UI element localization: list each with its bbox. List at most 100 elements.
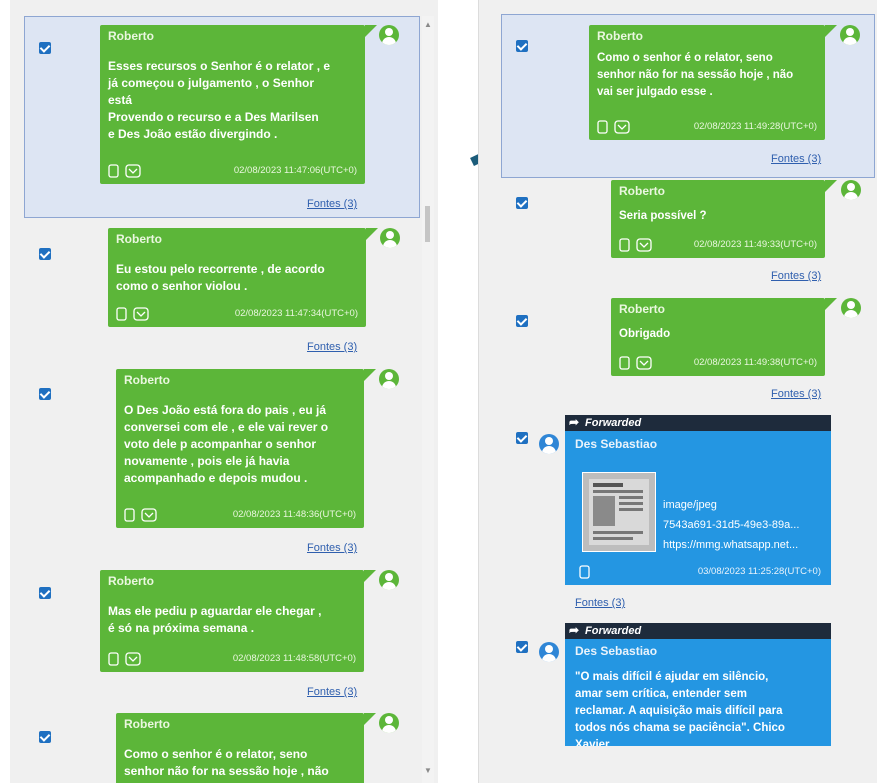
sources-link[interactable]: Fontes (3): [771, 388, 821, 400]
phone-icon: [597, 120, 608, 134]
forward-arrow-icon: ➦: [569, 415, 580, 429]
message-checkbox[interactable]: [39, 388, 51, 400]
read-receipt-icon: [141, 508, 157, 522]
forwarded-header: ➦ Forwarded: [565, 623, 831, 639]
message-text: "O mais difícil é ajudar em silêncio, am…: [575, 671, 785, 751]
message-timestamp: 02/08/2023 11:47:06(UTC+0): [233, 165, 357, 176]
message-meta: 02/08/2023 11:49:33(UTC+0): [619, 238, 817, 252]
message-sender: Roberto: [124, 717, 170, 731]
contact-avatar-icon: [539, 642, 559, 662]
sources-link[interactable]: Fontes (3): [307, 341, 357, 353]
message-checkbox[interactable]: [39, 42, 51, 54]
message-bubble[interactable]: Roberto Seria possível ? 02/08/2023 11:4…: [611, 180, 837, 258]
attachment-type: image/jpeg: [663, 499, 717, 511]
attachment-url[interactable]: https://mmg.whatsapp.net...: [663, 539, 798, 551]
message-meta: 03/08/2023 11:25:28(UTC+0): [579, 565, 821, 579]
message-text: O Des João está fora do pais , eu já con…: [124, 403, 329, 485]
user-avatar-icon: [379, 369, 399, 389]
message-sender: Roberto: [597, 29, 643, 43]
message-bubble[interactable]: Roberto O Des João está fora do pais , e…: [116, 369, 376, 528]
message-sender: Roberto: [108, 574, 154, 588]
phone-icon: [619, 356, 630, 370]
read-receipt-icon: [636, 356, 652, 370]
message-sender: Des Sebastiao: [575, 437, 658, 451]
user-avatar-icon: [841, 298, 861, 318]
message-text: Como o senhor é o relator, seno senhor n…: [597, 52, 794, 98]
message-checkbox[interactable]: [516, 40, 528, 52]
vertical-scrollbar[interactable]: ▲ ▼: [422, 16, 434, 783]
message-timestamp: 02/08/2023 11:49:33(UTC+0): [693, 239, 817, 250]
pane-bottom-edge: [479, 746, 877, 783]
sources-link[interactable]: Fontes (3): [307, 542, 357, 554]
message-text: Eu estou pelo recorrente , de acordo com…: [116, 262, 325, 293]
message-checkbox[interactable]: [516, 197, 528, 209]
scroll-down-arrow-icon[interactable]: ▼: [424, 766, 432, 775]
message-bubble[interactable]: Roberto Mas ele pediu p aguardar ele che…: [100, 570, 376, 672]
contact-avatar-icon: [539, 434, 559, 454]
image-attachment-thumbnail[interactable]: [582, 472, 656, 552]
read-receipt-icon: [133, 307, 149, 321]
message-meta: 02/08/2023 11:48:58(UTC+0): [108, 652, 356, 666]
message-bubble[interactable]: Roberto Esses recursos o Senhor é o rela…: [100, 25, 377, 184]
message-timestamp: 02/08/2023 11:49:28(UTC+0): [693, 121, 817, 132]
message-meta: 02/08/2023 11:47:06(UTC+0): [108, 164, 357, 178]
phone-icon: [108, 164, 119, 178]
scrollbar-thumb[interactable]: [425, 206, 430, 242]
message-sender: Roberto: [124, 373, 170, 387]
message-checkbox[interactable]: [39, 731, 51, 743]
message-text: Mas ele pediu p aguardar ele chegar , é …: [108, 604, 322, 635]
sources-link[interactable]: Fontes (3): [771, 270, 821, 282]
message-timestamp: 03/08/2023 11:25:28(UTC+0): [697, 566, 821, 577]
forwarded-message-bubble[interactable]: ➦ Forwarded Des Sebastiao image/jpeg 754…: [565, 415, 831, 585]
message-sender: Roberto: [619, 302, 665, 316]
message-meta: 02/08/2023 11:47:34(UTC+0): [116, 307, 358, 321]
read-receipt-icon: [125, 652, 141, 666]
message-bubble[interactable]: Roberto Eu estou pelo recorrente , de ac…: [108, 228, 378, 327]
message-checkbox[interactable]: [39, 587, 51, 599]
message-meta: 02/08/2023 11:49:28(UTC+0): [597, 120, 817, 134]
phone-icon: [619, 238, 630, 252]
message-sender: Roberto: [108, 29, 154, 43]
read-receipt-icon: [636, 238, 652, 252]
message-meta: 02/08/2023 11:48:36(UTC+0): [124, 508, 356, 522]
message-timestamp: 02/08/2023 11:48:36(UTC+0): [232, 509, 356, 520]
message-text: Obrigado: [619, 328, 671, 340]
message-timestamp: 02/08/2023 11:49:38(UTC+0): [693, 357, 817, 368]
message-meta: 02/08/2023 11:49:38(UTC+0): [619, 356, 817, 370]
message-text: Como o senhor é o relator, seno senhor n…: [124, 747, 329, 778]
message-checkbox[interactable]: [39, 248, 51, 260]
user-avatar-icon: [379, 25, 399, 45]
message-bubble[interactable]: Roberto Como o senhor é o relator, seno …: [116, 713, 376, 783]
user-avatar-icon: [379, 570, 399, 590]
newspaper-image-icon: [583, 473, 655, 551]
user-avatar-icon: [841, 180, 861, 200]
phone-icon: [108, 652, 119, 666]
message-text: Esses recursos o Senhor é o relator , e …: [108, 59, 331, 141]
scroll-up-arrow-icon[interactable]: ▲: [424, 20, 432, 29]
message-checkbox[interactable]: [516, 641, 528, 653]
message-bubble[interactable]: Roberto Como o senhor é o relator, seno …: [589, 25, 837, 140]
message-sender: Roberto: [619, 184, 665, 198]
forward-arrow-icon: ➦: [569, 623, 580, 637]
sources-link[interactable]: Fontes (3): [771, 153, 821, 165]
message-sender: Roberto: [116, 232, 162, 246]
sources-link[interactable]: Fontes (3): [575, 597, 625, 609]
left-message-pane: Roberto Esses recursos o Senhor é o rela…: [10, 0, 438, 783]
phone-icon: [124, 508, 135, 522]
user-avatar-icon: [379, 713, 399, 733]
message-timestamp: 02/08/2023 11:47:34(UTC+0): [234, 308, 358, 319]
message-sender: Des Sebastiao: [575, 644, 658, 658]
right-message-pane: Roberto Como o senhor é o relator, seno …: [478, 0, 877, 783]
sources-link[interactable]: Fontes (3): [307, 686, 357, 698]
message-bubble[interactable]: Roberto Obrigado 02/08/2023 11:49:38(UTC…: [611, 298, 837, 376]
read-receipt-icon: [125, 164, 141, 178]
user-avatar-icon: [380, 228, 400, 248]
message-timestamp: 02/08/2023 11:48:58(UTC+0): [232, 653, 356, 664]
read-receipt-icon: [614, 120, 630, 134]
attachment-id: 7543a691-31d5-49e3-89a...: [663, 519, 800, 531]
sources-link[interactable]: Fontes (3): [307, 198, 357, 210]
phone-icon: [579, 565, 590, 579]
message-checkbox[interactable]: [516, 432, 528, 444]
message-checkbox[interactable]: [516, 315, 528, 327]
user-avatar-icon: [840, 25, 860, 45]
